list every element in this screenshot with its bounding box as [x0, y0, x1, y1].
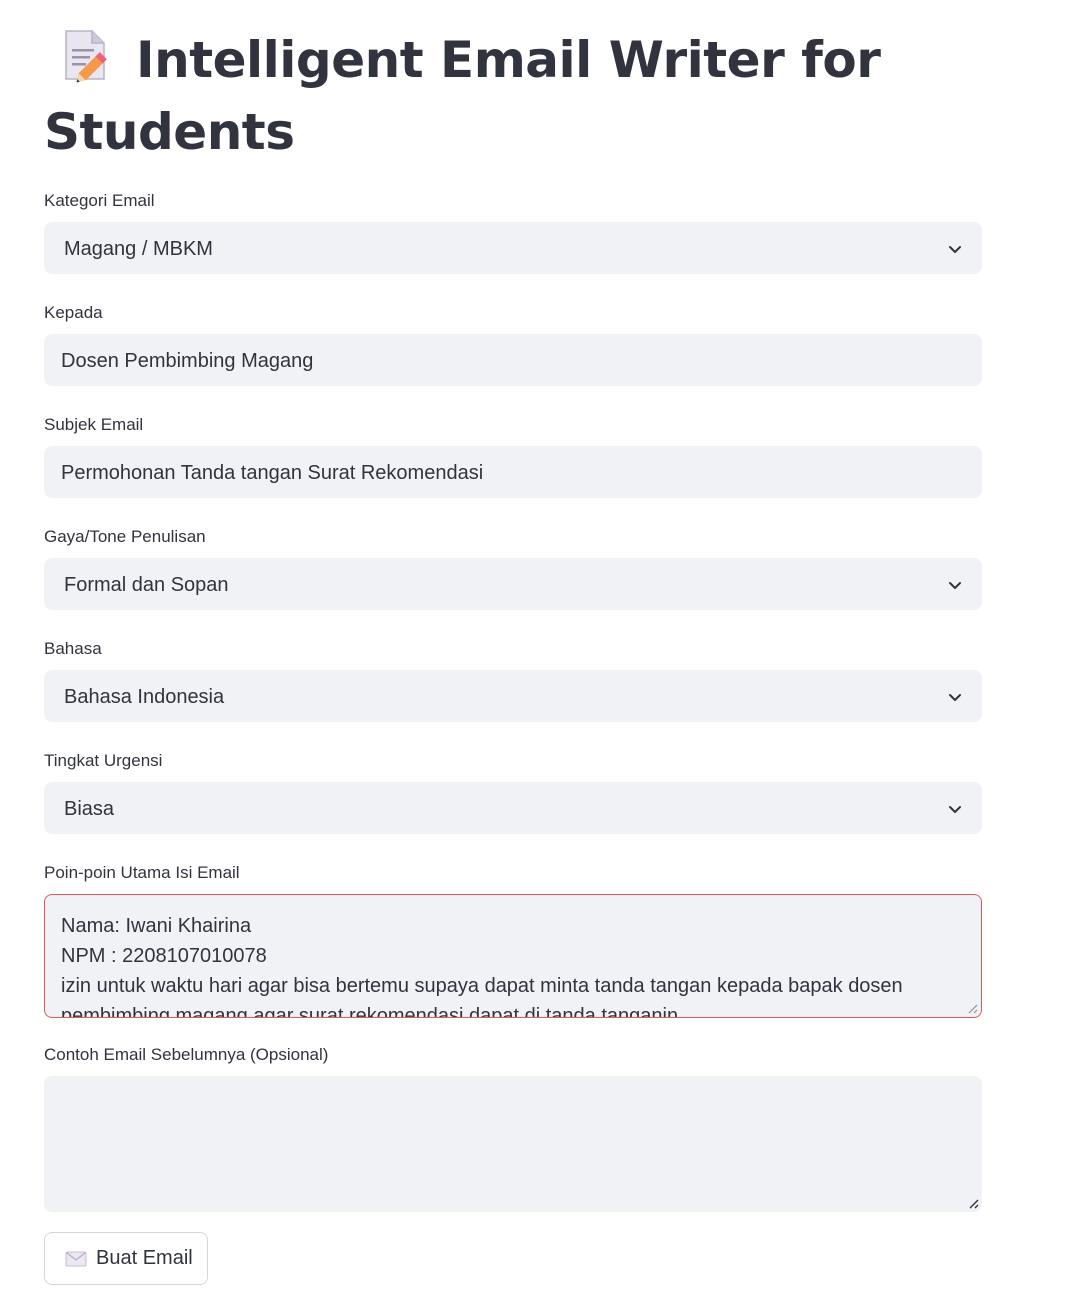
tone-label: Gaya/Tone Penulisan [44, 527, 206, 546]
points-field: Poin-poin Utama Isi Email Nama: Iwani Kh… [44, 862, 982, 1018]
recipient-input[interactable]: Dosen Pembimbing Magang [44, 334, 982, 386]
envelope-icon [65, 1251, 87, 1266]
chevron-down-icon [949, 806, 961, 813]
app-page: Intelligent Email Writer for Students Ka… [0, 0, 1068, 1315]
recipient-input-value: Dosen Pembimbing Magang [61, 350, 314, 372]
chevron-down-icon [949, 582, 961, 589]
category-field: Kategori Email Magang / MBKM [44, 190, 982, 274]
category-selected-value: Magang / MBKM [64, 238, 213, 260]
subject-input-value: Permohonan Tanda tangan Surat Rekomendas… [61, 462, 484, 484]
points-textarea-value: Nama: Iwani Khairina NPM : 2208107010078… [61, 915, 903, 1018]
language-select[interactable]: Bahasa Indonesia [44, 670, 982, 722]
page-title: Intelligent Email Writer for Students [44, 24, 982, 168]
urgency-label: Tingkat Urgensi [44, 751, 163, 770]
category-select[interactable]: Magang / MBKM [44, 222, 982, 274]
resize-handle-icon[interactable] [966, 1196, 980, 1210]
create-email-button-label: Buat Email [96, 1247, 193, 1269]
tone-select[interactable]: Formal dan Sopan [44, 558, 982, 610]
recipient-field: Kepada Dosen Pembimbing Magang [44, 302, 982, 386]
memo-pencil-icon [65, 30, 107, 83]
previous-example-field: Contoh Email Sebelumnya (Opsional) [44, 1044, 982, 1212]
create-email-button[interactable]: Buat Email [44, 1232, 208, 1285]
points-label: Poin-poin Utama Isi Email [44, 863, 240, 882]
points-textarea[interactable]: Nama: Iwani Khairina NPM : 2208107010078… [44, 894, 982, 1018]
tone-field: Gaya/Tone Penulisan Formal dan Sopan [44, 526, 982, 610]
subject-label: Subjek Email [44, 415, 144, 434]
subject-input[interactable]: Permohonan Tanda tangan Surat Rekomendas… [44, 446, 982, 498]
resize-handle-icon[interactable] [965, 1001, 979, 1015]
chevron-down-icon [949, 694, 961, 701]
previous-example-label: Contoh Email Sebelumnya (Opsional) [44, 1045, 329, 1064]
language-selected-value: Bahasa Indonesia [64, 686, 225, 708]
tone-selected-value: Formal dan Sopan [64, 574, 229, 596]
category-label: Kategori Email [44, 191, 155, 210]
urgency-select[interactable]: Biasa [44, 782, 982, 834]
urgency-field: Tingkat Urgensi Biasa [44, 750, 982, 834]
subject-field: Subjek Email Permohonan Tanda tangan Sur… [44, 414, 982, 498]
previous-example-textarea[interactable] [44, 1076, 982, 1212]
chevron-down-icon [949, 246, 961, 253]
language-field: Bahasa Bahasa Indonesia [44, 638, 982, 722]
page-title-text: Intelligent Email Writer for Students [44, 31, 881, 161]
urgency-selected-value: Biasa [64, 798, 115, 820]
language-label: Bahasa [44, 639, 102, 658]
recipient-label: Kepada [44, 303, 103, 322]
